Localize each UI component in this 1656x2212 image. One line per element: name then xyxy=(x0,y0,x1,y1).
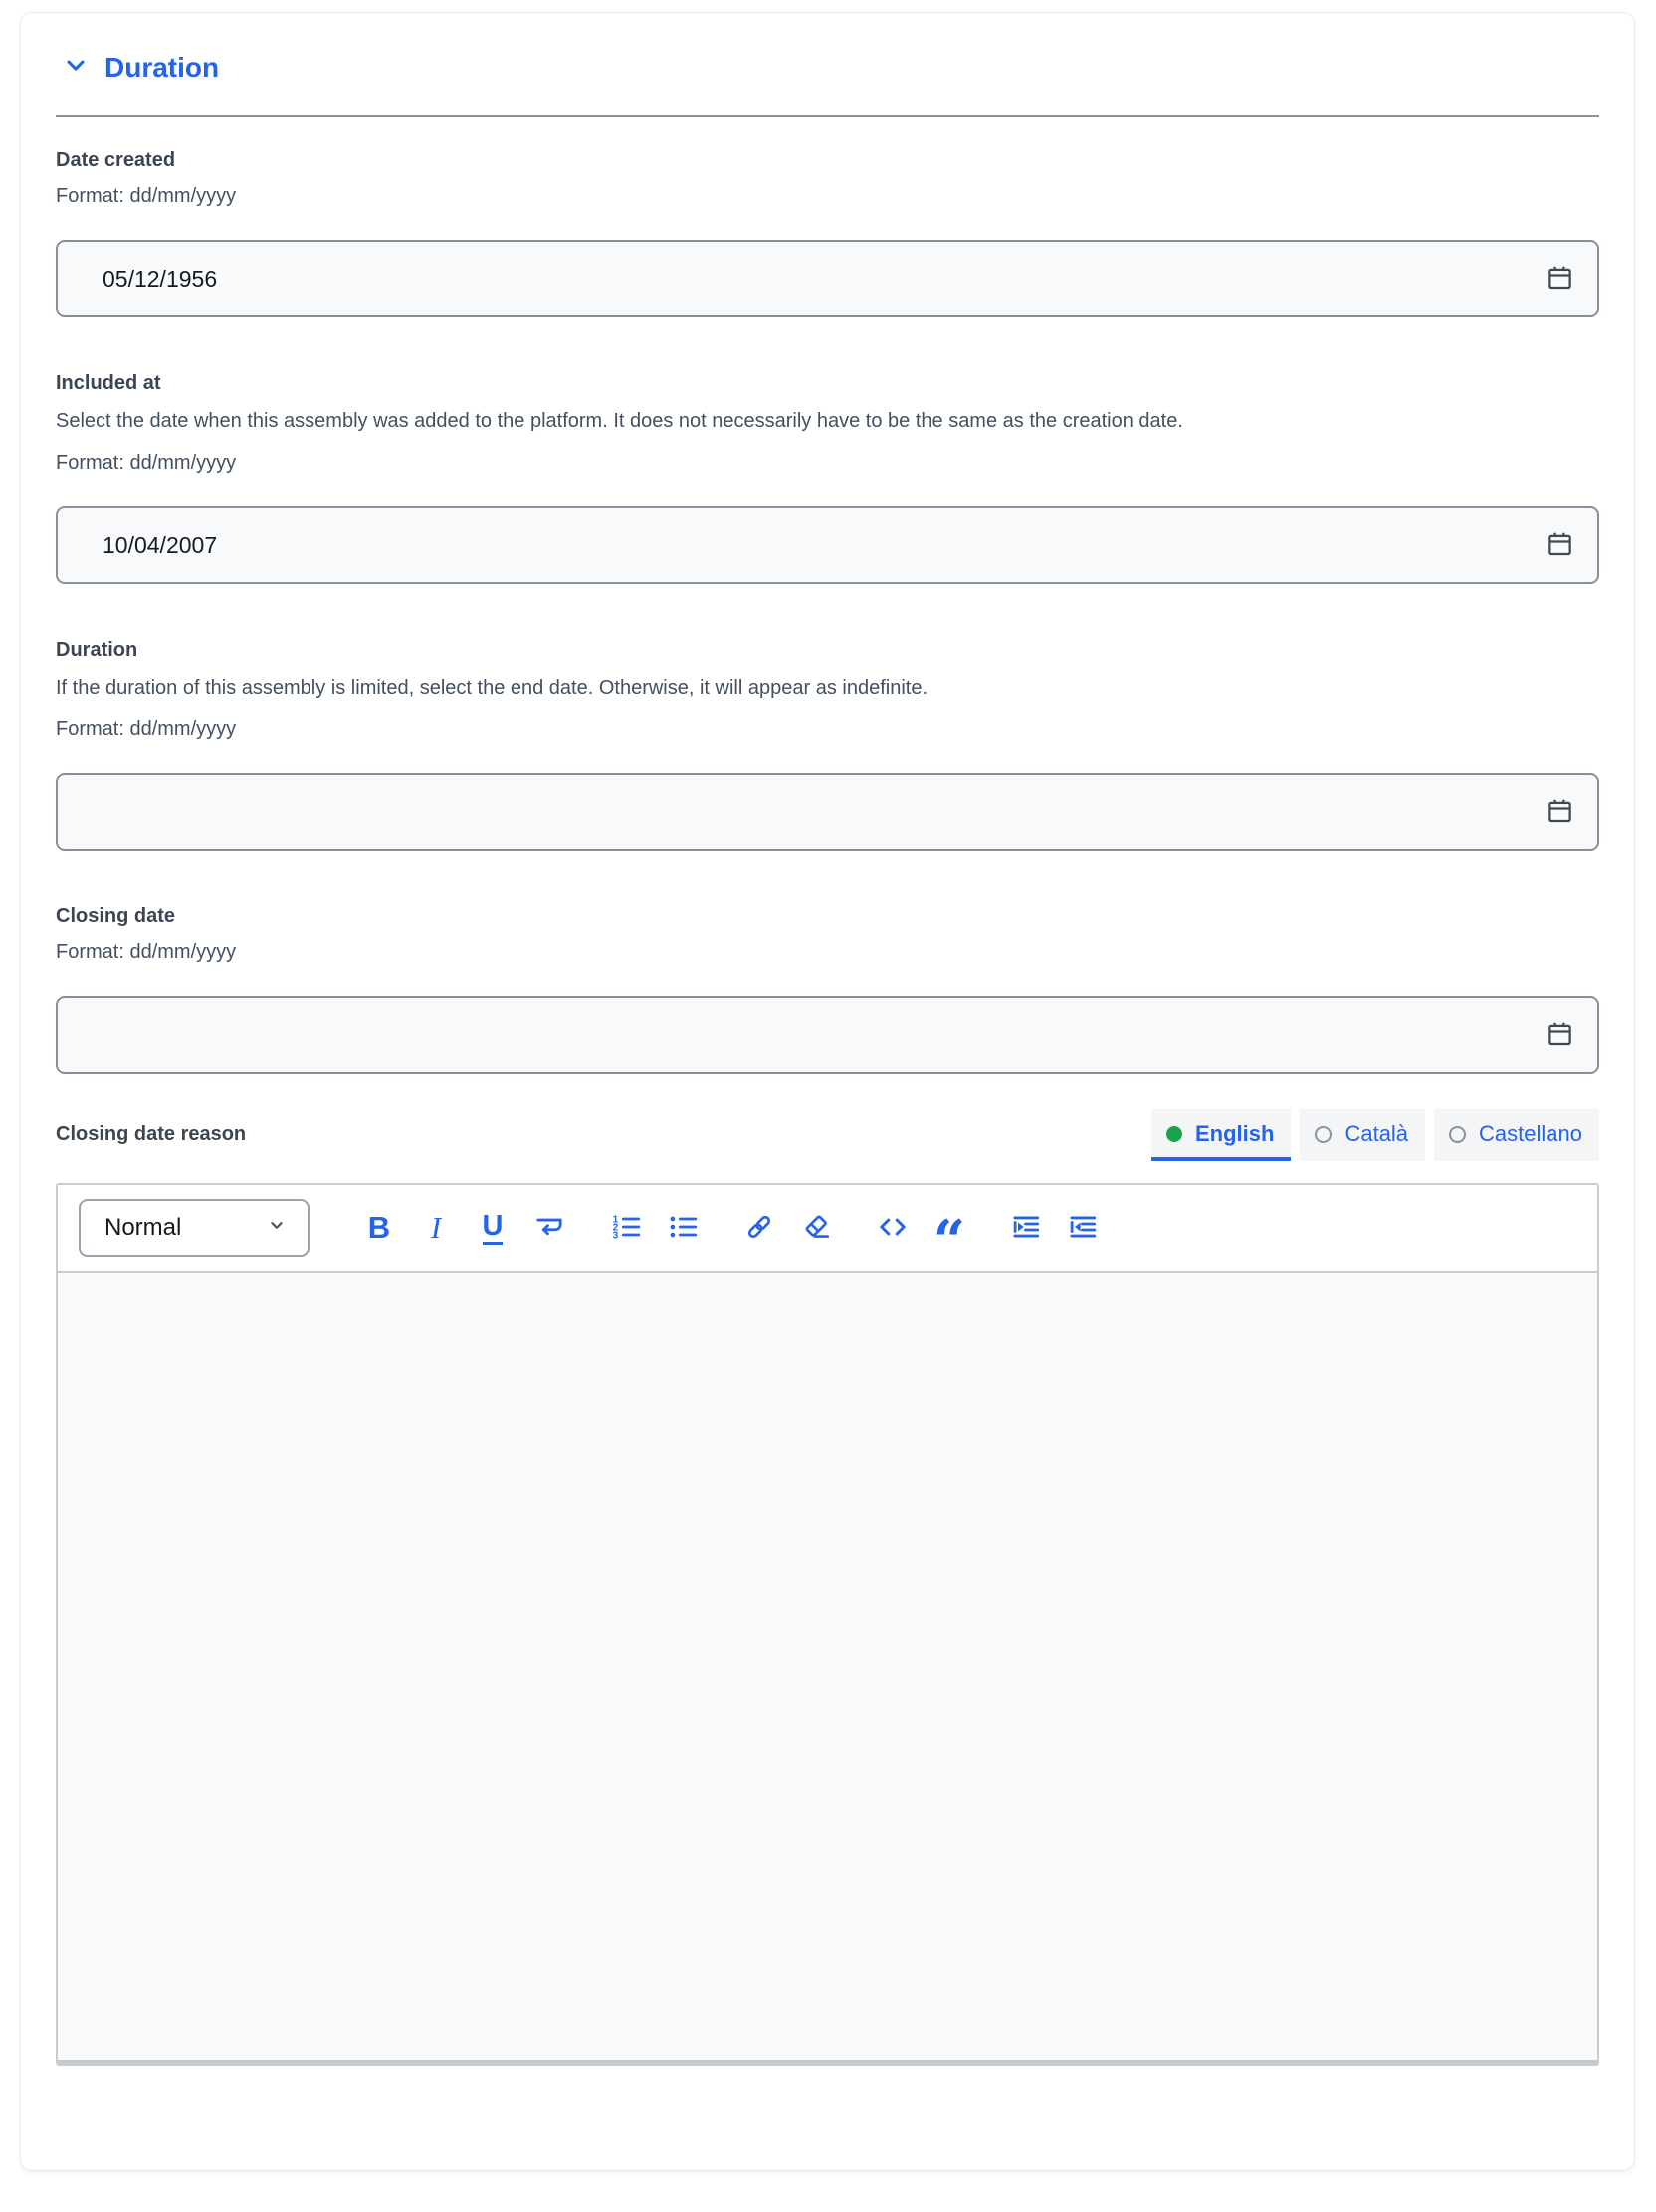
field-format-hint: Format: dd/mm/yyyy xyxy=(56,718,1599,741)
bold-button[interactable]: B xyxy=(363,1209,395,1247)
field-included-at: Included at Select the date when this as… xyxy=(56,372,1599,584)
calendar-icon xyxy=(1545,1019,1574,1052)
italic-button[interactable]: I xyxy=(420,1209,452,1247)
language-tab-label: Castellano xyxy=(1479,1121,1582,1147)
indent-button[interactable] xyxy=(1010,1209,1042,1247)
ordered-list-icon: 123 xyxy=(610,1211,642,1246)
radio-unselected-icon xyxy=(1315,1126,1332,1143)
closing-reason-label: Closing date reason xyxy=(56,1109,246,1146)
duration-end-date-input[interactable] xyxy=(56,773,1599,851)
toolbar-icons: B I U 123 xyxy=(363,1209,1099,1247)
closing-reason-textarea[interactable] xyxy=(58,1273,1597,2064)
underline-icon: U xyxy=(483,1211,504,1244)
field-date-created: Date created Format: dd/mm/yyyy xyxy=(56,149,1599,317)
ordered-list-button[interactable]: 123 xyxy=(610,1209,642,1247)
radio-unselected-icon xyxy=(1449,1126,1466,1143)
link-button[interactable] xyxy=(743,1209,775,1247)
field-description: If the duration of this assembly is limi… xyxy=(56,675,1599,702)
date-created-input[interactable] xyxy=(56,240,1599,317)
field-label: Closing date xyxy=(56,905,1599,928)
blockquote-button[interactable]: “ xyxy=(933,1209,965,1247)
bullet-list-icon xyxy=(667,1211,699,1246)
field-label: Duration xyxy=(56,639,1599,662)
svg-text:3: 3 xyxy=(613,1230,619,1241)
page: { "section": { "title": "Duration" }, "f… xyxy=(0,12,1656,2212)
clear-formatting-button[interactable] xyxy=(800,1209,832,1247)
bold-icon: B xyxy=(368,1210,390,1246)
calendar-icon xyxy=(1545,263,1574,296)
field-format-hint: Format: dd/mm/yyyy xyxy=(56,452,1599,475)
language-tab-label: English xyxy=(1195,1121,1274,1147)
eraser-icon xyxy=(800,1211,832,1246)
calendar-icon xyxy=(1545,529,1574,562)
calendar-icon xyxy=(1545,796,1574,829)
rich-text-editor: Normal B I U xyxy=(56,1183,1599,2066)
language-tabs: English Català Castellano xyxy=(1151,1109,1599,1161)
quote-icon: “ xyxy=(933,1236,965,1247)
code-icon xyxy=(877,1211,909,1246)
field-format-hint: Format: dd/mm/yyyy xyxy=(56,185,1599,208)
section-header-duration[interactable]: Duration xyxy=(62,51,1599,84)
chevron-down-icon xyxy=(266,1214,288,1243)
code-button[interactable] xyxy=(877,1209,909,1247)
italic-icon: I xyxy=(431,1210,441,1246)
date-created-calendar-button[interactable] xyxy=(1538,257,1581,301)
section-title: Duration xyxy=(104,52,219,84)
language-tab-castellano[interactable]: Castellano xyxy=(1434,1109,1599,1161)
line-break-icon xyxy=(533,1211,565,1246)
indent-icon xyxy=(1010,1211,1042,1246)
closing-date-input[interactable] xyxy=(56,996,1599,1074)
language-tab-english[interactable]: English xyxy=(1151,1109,1291,1161)
section-divider xyxy=(56,115,1599,117)
included-at-input[interactable] xyxy=(56,506,1599,584)
closing-date-calendar-button[interactable] xyxy=(1538,1013,1581,1057)
line-break-button[interactable] xyxy=(533,1209,565,1247)
bullet-list-button[interactable] xyxy=(667,1209,699,1247)
outdent-icon xyxy=(1067,1211,1099,1246)
closing-reason-header-row: Closing date reason English Català Caste… xyxy=(56,1109,1599,1161)
field-label: Date created xyxy=(56,149,1599,172)
link-icon xyxy=(743,1211,775,1246)
language-tab-label: Català xyxy=(1345,1121,1408,1147)
field-description: Select the date when this assembly was a… xyxy=(56,408,1599,435)
language-tab-catala[interactable]: Català xyxy=(1300,1109,1425,1161)
field-duration: Duration If the duration of this assembl… xyxy=(56,639,1599,851)
underline-button[interactable]: U xyxy=(477,1209,509,1247)
paragraph-style-select[interactable]: Normal xyxy=(79,1199,310,1257)
duration-calendar-button[interactable] xyxy=(1538,790,1581,834)
chevron-down-icon xyxy=(62,51,90,84)
included-at-calendar-button[interactable] xyxy=(1538,523,1581,567)
field-closing-date: Closing date Format: dd/mm/yyyy xyxy=(56,905,1599,1074)
radio-selected-icon xyxy=(1166,1126,1182,1142)
paragraph-style-value: Normal xyxy=(104,1214,181,1242)
field-label: Included at xyxy=(56,372,1599,395)
outdent-button[interactable] xyxy=(1067,1209,1099,1247)
duration-settings-card: Duration Date created Format: dd/mm/yyyy… xyxy=(20,12,1635,2171)
field-format-hint: Format: dd/mm/yyyy xyxy=(56,941,1599,964)
editor-toolbar: Normal B I U xyxy=(58,1185,1597,1273)
